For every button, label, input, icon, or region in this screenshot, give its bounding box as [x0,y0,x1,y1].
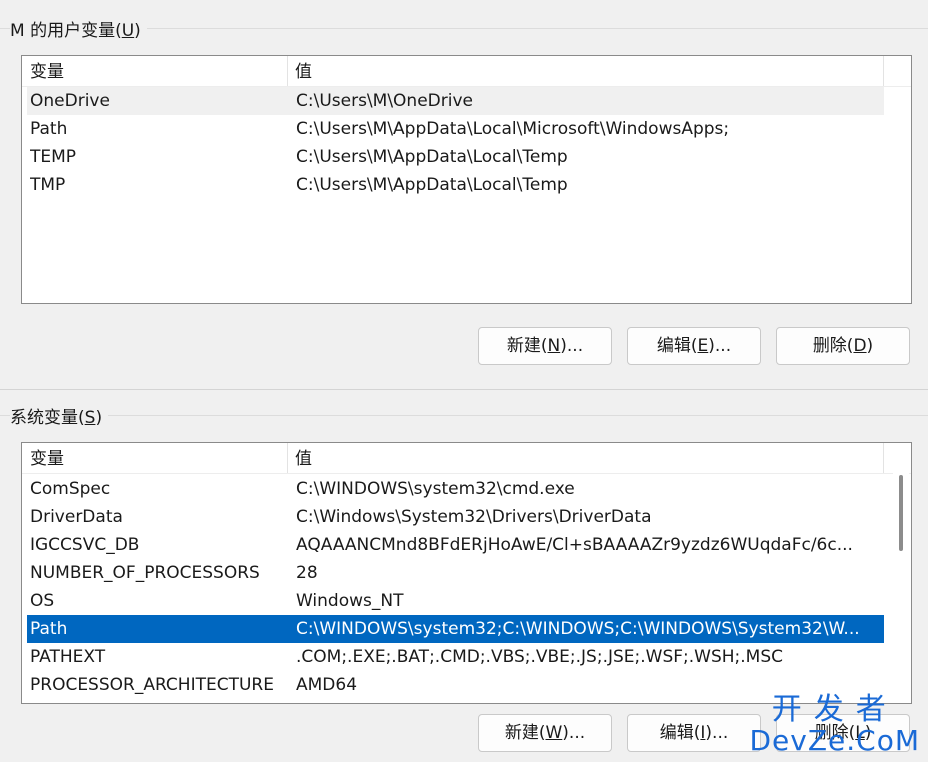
system-new-button[interactable]: 新建(W)... [478,714,612,752]
system-var-row-igccsvc-db[interactable]: IGCCSVC_DB AQAAANCMnd8BFdERjHoAwE/Cl+sBA… [27,531,884,559]
system-list-scrollbar[interactable] [893,473,909,701]
user-var-row-temp[interactable]: TEMP C:\Users\M\AppData\Local\Temp [27,143,884,171]
header-name[interactable]: 变量 [30,58,64,86]
user-var-row-tmp[interactable]: TMP C:\Users\M\AppData\Local\Temp [27,171,884,199]
site-watermark: 开发者 DevZe.CoM [749,694,920,756]
system-var-row-comspec[interactable]: ComSpec C:\WINDOWS\system32\cmd.exe [27,475,884,503]
user-new-button[interactable]: 新建(N)... [478,327,612,365]
header-value[interactable]: 值 [295,445,312,473]
system-edit-button[interactable]: 编辑(I)... [627,714,761,752]
system-var-row-os[interactable]: OS Windows_NT [27,587,884,615]
system-vars-list[interactable]: 变量 值 ComSpec C:\WINDOWS\system32\cmd.exe… [21,442,912,704]
system-list-header: 变量 值 [22,443,911,474]
system-var-row-number-of-processors[interactable]: NUMBER_OF_PROCESSORS 28 [27,559,884,587]
system-var-row-driverdata[interactable]: DriverData C:\Windows\System32\Drivers\D… [27,503,884,531]
user-vars-title: M 的用户变量(U) [10,16,147,41]
user-vars-list[interactable]: 变量 值 OneDrive C:\Users\M\OneDrive Path C… [21,55,912,304]
system-group-border [0,415,928,416]
watermark-bottom-text: DevZe.CoM [749,724,920,757]
group-separator [0,389,928,390]
user-edit-button[interactable]: 编辑(E)... [627,327,761,365]
header-name[interactable]: 变量 [30,445,64,473]
system-vars-title: 系统变量(S) [10,403,109,428]
user-var-row-path[interactable]: Path C:\Users\M\AppData\Local\Microsoft\… [27,115,884,143]
system-var-row-pathext[interactable]: PATHEXT .COM;.EXE;.BAT;.CMD;.VBS;.VBE;.J… [27,643,884,671]
user-var-row-onedrive[interactable]: OneDrive C:\Users\M\OneDrive [27,87,884,115]
user-delete-button[interactable]: 删除(D) [776,327,910,365]
watermark-top-text: 开发者 [771,692,898,727]
scrollbar-thumb[interactable] [899,475,903,551]
user-list-header: 变量 值 [22,56,911,87]
header-value[interactable]: 值 [295,58,312,86]
system-var-row-path[interactable]: Path C:\WINDOWS\system32;C:\WINDOWS;C:\W… [27,615,884,643]
